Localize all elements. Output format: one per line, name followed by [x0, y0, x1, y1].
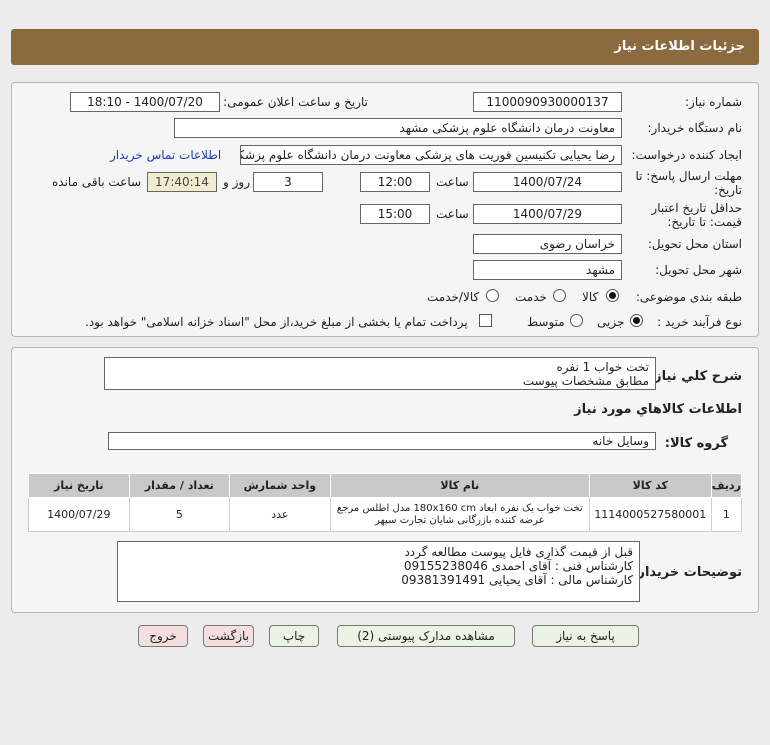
- col-name: نام کالا: [329, 473, 591, 498]
- col-date: تاریخ نیاز: [28, 473, 130, 498]
- summary-line1: تخت خواب 1 نفره: [556, 360, 649, 374]
- need-number-label: شماره نیاز:: [685, 95, 742, 109]
- buyer-notes-line1: قبل از قیمت گذاری فایل پیوست مطالعه گردد: [404, 545, 633, 559]
- print-button[interactable]: چاپ: [269, 625, 319, 647]
- buyer-notes-box: قبل از قیمت گذاری فایل پیوست مطالعه گردد…: [117, 541, 640, 602]
- announce-label: تاریخ و ساعت اعلان عمومی:: [223, 95, 368, 109]
- buyer-org-label: نام دستگاه خریدار:: [647, 121, 743, 135]
- cell-name: تخت خواب یک نفره ابعاد 180x160 cm مدل اط…: [329, 497, 591, 532]
- payment-note: پرداخت تمام یا بخشی از مبلغ خرید،از محل …: [85, 315, 468, 329]
- process-option-medium: متوسط: [527, 315, 565, 329]
- remaining-time-field: 17:40:14: [147, 172, 217, 192]
- summary-label: شرح کلي نياز:: [648, 369, 742, 384]
- validity-date-field: 1400/07/29: [473, 204, 622, 224]
- category-option-service: خدمت: [515, 290, 547, 304]
- reply-time-label: ساعت: [436, 175, 469, 189]
- process-radio-medium[interactable]: [570, 314, 583, 327]
- validity-label: حداقل تاریخ اعتبار قیمت: تا تاریخ:: [651, 201, 742, 229]
- goods-table: ردیف کد کالا نام کالا واحد شمارش تعداد /…: [28, 473, 743, 532]
- category-radio-service[interactable]: [553, 289, 566, 302]
- table-row: 1 1114000527580001 تخت خواب یک نفره ابعا…: [28, 497, 743, 532]
- page-header: جزئیات اطلاعات نیاز: [11, 29, 759, 65]
- need-number-field: 1100090930000137: [473, 92, 622, 112]
- province-field: خراسان رضوی: [473, 234, 622, 254]
- goods-table-header: ردیف کد کالا نام کالا واحد شمارش تعداد /…: [28, 473, 743, 498]
- goods-group-field: وسایل خانه: [108, 432, 656, 450]
- category-radio-goods[interactable]: [606, 289, 619, 302]
- cell-qty: 5: [128, 497, 231, 532]
- exit-button[interactable]: خروج: [138, 625, 188, 647]
- summary-line2: مطابق مشخصات پیوست: [522, 374, 649, 388]
- reply-button[interactable]: پاسخ به نیاز: [532, 625, 639, 647]
- process-label: نوع فرآیند خرید :: [657, 315, 742, 329]
- category-label: طبقه بندی موضوعی:: [635, 290, 742, 304]
- remaining-label: ساعت باقی مانده: [52, 175, 142, 189]
- col-index: ردیف: [710, 473, 743, 498]
- col-qty: تعداد / مقدار: [128, 473, 231, 498]
- requester-field: رضا یحیایی تکنیسین فوریت های پزشکی معاون…: [240, 145, 622, 165]
- treasury-checkbox[interactable]: [479, 314, 492, 327]
- city-label: شهر محل تحویل:: [655, 263, 742, 277]
- province-label: استان محل تحویل:: [647, 237, 742, 251]
- city-field: مشهد: [473, 260, 622, 280]
- category-radio-goods-service[interactable]: [486, 289, 499, 302]
- days-field: 3: [253, 172, 323, 192]
- reply-date-field: 1400/07/24: [473, 172, 622, 192]
- reply-time-field: 12:00: [360, 172, 430, 192]
- cell-date: 1400/07/29: [28, 497, 130, 532]
- col-code: کد کالا: [589, 473, 712, 498]
- goods-section-title: اطلاعات کالاهاي مورد نياز: [574, 402, 742, 417]
- category-option-goods: کالا: [582, 290, 599, 304]
- buyer-notes-line3: کارشناس مالی : آقای یحیایی 09381391491: [401, 573, 633, 587]
- cell-index: 1: [710, 497, 743, 532]
- cell-unit: عدد: [229, 497, 331, 532]
- category-option-goods-service: کالا/خدمت: [427, 290, 480, 304]
- validity-time-field: 15:00: [360, 204, 430, 224]
- requester-label: ایجاد کننده درخواست:: [631, 148, 742, 162]
- summary-box: تخت خواب 1 نفره مطابق مشخصات پیوست: [104, 357, 656, 390]
- goods-group-label: گروه کالا:: [664, 436, 728, 451]
- buyer-notes-line2: کارشناس فنی : آقای احمدی 09155238046: [403, 559, 633, 573]
- reply-deadline-label: مهلت ارسال پاسخ: تا تاریخ:: [635, 169, 742, 197]
- buyer-contact-link[interactable]: اطلاعات تماس خریدار: [110, 148, 221, 162]
- page-title: جزئیات اطلاعات نیاز: [614, 39, 745, 54]
- col-unit: واحد شمارش: [229, 473, 331, 498]
- announce-field: 1400/07/20 - 18:10: [70, 92, 220, 112]
- buyer-notes-label: توضیحات خریدار:: [632, 565, 742, 580]
- back-button[interactable]: بازگشت: [203, 625, 254, 647]
- days-label: روز و: [223, 175, 250, 189]
- process-radio-minor[interactable]: [630, 314, 643, 327]
- attachments-button[interactable]: مشاهده مدارک پیوستی (2): [337, 625, 515, 647]
- buyer-org-field: معاونت درمان دانشگاه علوم پزشکی مشهد: [174, 118, 622, 138]
- validity-time-label: ساعت: [436, 207, 469, 221]
- cell-code: 1114000527580001: [589, 497, 712, 532]
- process-option-minor: جزیی: [597, 315, 625, 329]
